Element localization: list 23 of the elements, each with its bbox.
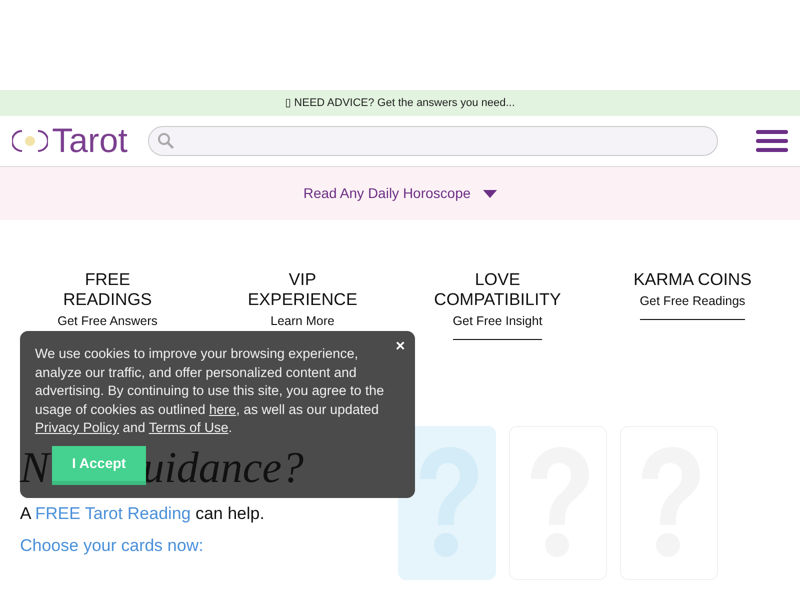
feature-title: KARMA COINS xyxy=(632,270,753,290)
choose-cards-prompt: Choose your cards now: xyxy=(20,534,204,556)
feature-title: FREE READINGS xyxy=(62,270,153,310)
search-icon xyxy=(156,132,175,150)
search-field[interactable] xyxy=(148,126,718,156)
hero-heading-start: N xyxy=(20,443,50,493)
terms-link[interactable]: Terms of Use xyxy=(148,420,228,435)
menu-icon[interactable] xyxy=(756,129,788,153)
tarot-card[interactable] xyxy=(398,426,496,580)
here-link[interactable]: here xyxy=(209,402,236,416)
hero-text: A FREE Tarot Reading can help. xyxy=(20,503,266,525)
horoscope-bar[interactable]: Read Any Daily Horoscope xyxy=(0,167,800,220)
cookie-text: We use cookies to improve your browsing experience, analyze our traffic, and offer personalized content and advertising. By continuing to use this site, you agree to the usage of cookies as outlined here, as well as our updated Privacy Policy and Terms of Use. xyxy=(35,345,385,437)
feature-link[interactable]: Get Free Readings xyxy=(640,294,746,320)
privacy-policy-link[interactable]: Privacy Policy xyxy=(35,420,120,435)
feature-link[interactable]: Get Free Insight xyxy=(452,314,542,340)
feature-title: LOVE COMPATIBILITY xyxy=(433,270,562,310)
logo-text: Tarot xyxy=(52,124,128,158)
advice-banner[interactable]: ▯ NEED ADVICE? Get the answers you need... xyxy=(0,90,800,116)
horoscope-label[interactable]: Read Any Daily Horoscope xyxy=(303,183,471,204)
feature-title: VIP EXPERIENCE xyxy=(246,270,358,310)
close-button[interactable]: × xyxy=(396,339,405,355)
caret-icon xyxy=(482,190,497,198)
